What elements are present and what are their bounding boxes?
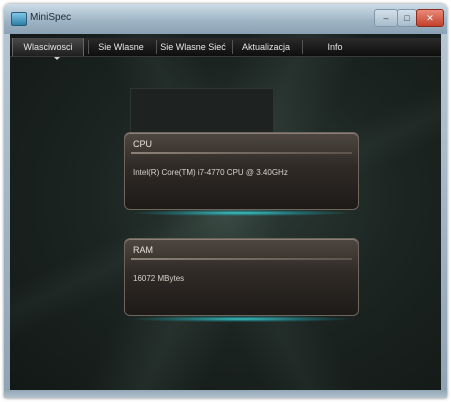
ram-divider [131,258,352,260]
ram-glow [134,316,348,322]
main-content: Wlasciwosci Sie Wlasne Sie Wlasne Sieć A… [10,34,441,392]
minimize-button[interactable]: – [374,9,398,27]
tab-bar: Wlasciwosci Sie Wlasne Sie Wlasne Sieć A… [10,38,441,60]
tab-update[interactable]: Aktualizacja [234,38,298,56]
maximize-button[interactable]: □ [397,9,417,27]
hardware-image [130,88,274,134]
tab-divider [156,40,157,54]
tab-divider [88,40,89,54]
title-bar[interactable]: MiniSpec – □ ✕ [4,4,447,34]
window-bottom-frame [4,390,447,398]
tab-own-programs[interactable]: Sie Wlasne [90,38,152,56]
tab-info[interactable]: Info [310,38,360,56]
ram-header: RAM [133,245,153,255]
app-window: MiniSpec – □ ✕ Wlasciwosci Sie Wlasne Si… [4,4,447,398]
cpu-glow [134,210,348,216]
ram-value: 16072 MBytes [133,274,185,283]
close-button[interactable]: ✕ [416,9,444,27]
window-title: MiniSpec [30,12,72,23]
caret-down-icon [54,57,60,60]
cpu-header: CPU [133,139,153,149]
tab-properties[interactable]: Wlasciwosci [12,38,84,56]
tab-divider [232,40,233,54]
app-icon [11,12,27,26]
cpu-divider [131,152,352,154]
cpu-value: Intel(R) Core(TM) i7-4770 CPU @ 3.40GHz [133,168,288,177]
tab-own-network[interactable]: Sie Wlasne Sieć [158,38,228,56]
ram-panel: RAM 16072 MBytes [124,238,359,316]
tab-divider [302,40,303,54]
cpu-panel: CPU Intel(R) Core(TM) i7-4770 CPU @ 3.40… [124,132,359,210]
